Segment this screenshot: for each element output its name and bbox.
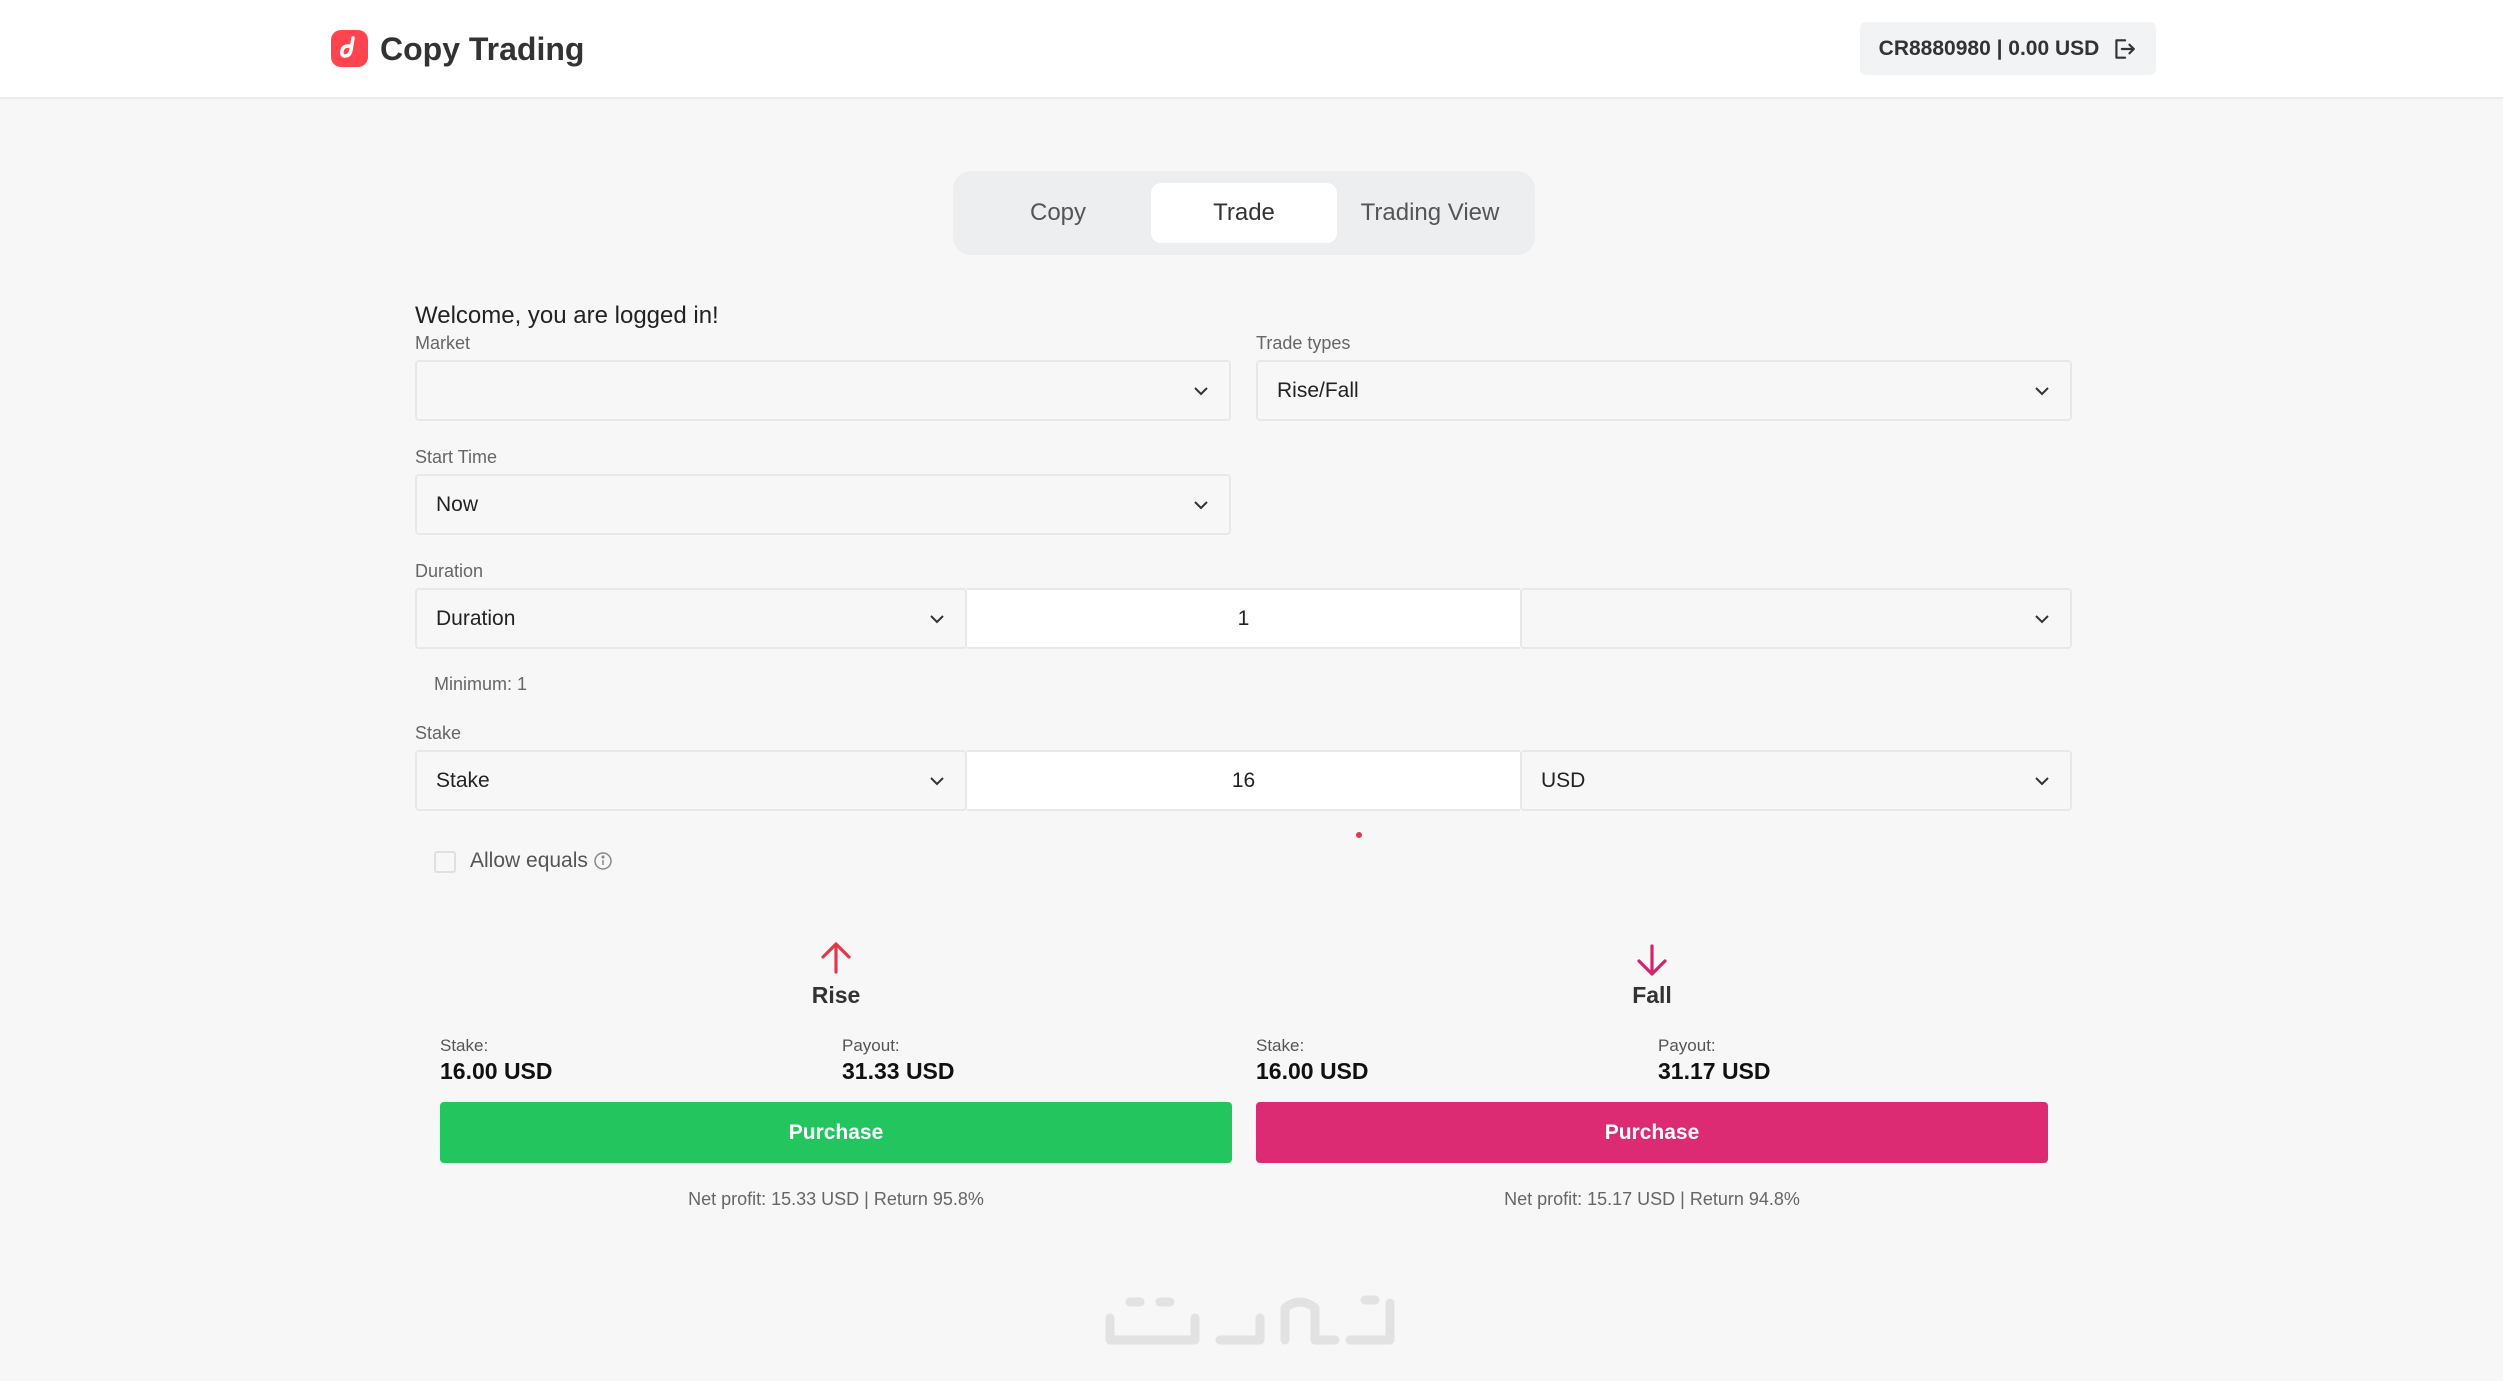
chevron-down-icon bbox=[2035, 387, 2049, 396]
arrow-up-icon bbox=[821, 942, 851, 974]
duration-input[interactable]: 1 bbox=[967, 588, 1520, 649]
chevron-down-icon bbox=[930, 777, 944, 786]
account-logout-button[interactable]: CR8880980 | 0.00 USD bbox=[1860, 22, 2156, 75]
arrow-down-icon bbox=[1637, 944, 1667, 976]
duration-type-value: Duration bbox=[436, 606, 516, 630]
app-header: Copy Trading CR8880980 | 0.00 USD bbox=[0, 0, 2503, 99]
chevron-down-icon bbox=[1194, 387, 1208, 396]
stake-type-value: Stake bbox=[436, 768, 490, 792]
rise-payout-label: Payout: bbox=[842, 1036, 900, 1055]
fall-net-profit: Net profit: 15.17 USD | Return 94.8% bbox=[1504, 1189, 1800, 1209]
chevron-down-icon bbox=[930, 615, 944, 624]
fall-label: Fall bbox=[1632, 982, 1672, 1008]
fall-payout-label: Payout: bbox=[1658, 1036, 1716, 1055]
stake-type-select[interactable]: Stake bbox=[415, 750, 967, 811]
rise-payout-amount: 31.33 USD bbox=[842, 1058, 955, 1084]
chevron-down-icon bbox=[2035, 615, 2049, 624]
purchase-fall-button[interactable]: Purchase bbox=[1256, 1102, 2048, 1163]
tab-trading-view[interactable]: Trading View bbox=[1337, 183, 1523, 243]
trade-types-value: Rise/Fall bbox=[1277, 378, 1359, 402]
start-time-label: Start Time bbox=[415, 447, 498, 467]
start-time-value: Now bbox=[436, 492, 479, 516]
stake-input[interactable]: 16 bbox=[967, 750, 1520, 811]
trade-types-select[interactable]: Rise/Fall bbox=[1256, 360, 2072, 421]
duration-type-select[interactable]: Duration bbox=[415, 588, 967, 649]
watermark-logo bbox=[1105, 1295, 1395, 1345]
market-select[interactable] bbox=[415, 360, 1231, 421]
fall-payout-amount: 31.17 USD bbox=[1658, 1058, 1771, 1084]
chevron-down-icon bbox=[1194, 501, 1208, 510]
stake-label: Stake bbox=[415, 723, 462, 743]
fall-stake-label: Stake: bbox=[1256, 1036, 1305, 1055]
app-title: Copy Trading bbox=[380, 31, 585, 67]
duration-unit-select[interactable] bbox=[1520, 588, 2072, 649]
chevron-down-icon bbox=[2035, 777, 2049, 786]
info-icon[interactable] bbox=[593, 851, 613, 871]
rise-stake-label: Stake: bbox=[440, 1036, 489, 1055]
duration-label: Duration bbox=[415, 561, 484, 581]
allow-equals-checkbox[interactable] bbox=[434, 851, 456, 873]
main-tabs: Copy Trade Trading View bbox=[953, 171, 1535, 255]
currency-select[interactable]: USD bbox=[1520, 750, 2072, 811]
duration-minimum-hint: Minimum: 1 bbox=[434, 674, 528, 694]
market-label: Market bbox=[415, 333, 471, 353]
rise-stake-amount: 16.00 USD bbox=[440, 1058, 553, 1084]
allow-equals-label[interactable]: Allow equals bbox=[470, 849, 588, 873]
purchase-rise-button[interactable]: Purchase bbox=[440, 1102, 1232, 1163]
tab-copy[interactable]: Copy bbox=[965, 183, 1151, 243]
logout-icon bbox=[2115, 38, 2136, 59]
deriv-logo-icon[interactable] bbox=[331, 30, 368, 67]
indicator-dot bbox=[1356, 832, 1362, 838]
account-balance: CR8880980 | 0.00 USD bbox=[1878, 36, 2100, 60]
rise-label: Rise bbox=[811, 982, 861, 1008]
tab-trade[interactable]: Trade bbox=[1151, 183, 1337, 243]
fall-stake-amount: 16.00 USD bbox=[1256, 1058, 1369, 1084]
currency-value: USD bbox=[1541, 768, 1586, 792]
rise-net-profit: Net profit: 15.33 USD | Return 95.8% bbox=[688, 1189, 984, 1209]
trade-types-label: Trade types bbox=[1256, 333, 1351, 353]
welcome-message: Welcome, you are logged in! bbox=[415, 302, 719, 329]
start-time-select[interactable]: Now bbox=[415, 474, 1231, 535]
